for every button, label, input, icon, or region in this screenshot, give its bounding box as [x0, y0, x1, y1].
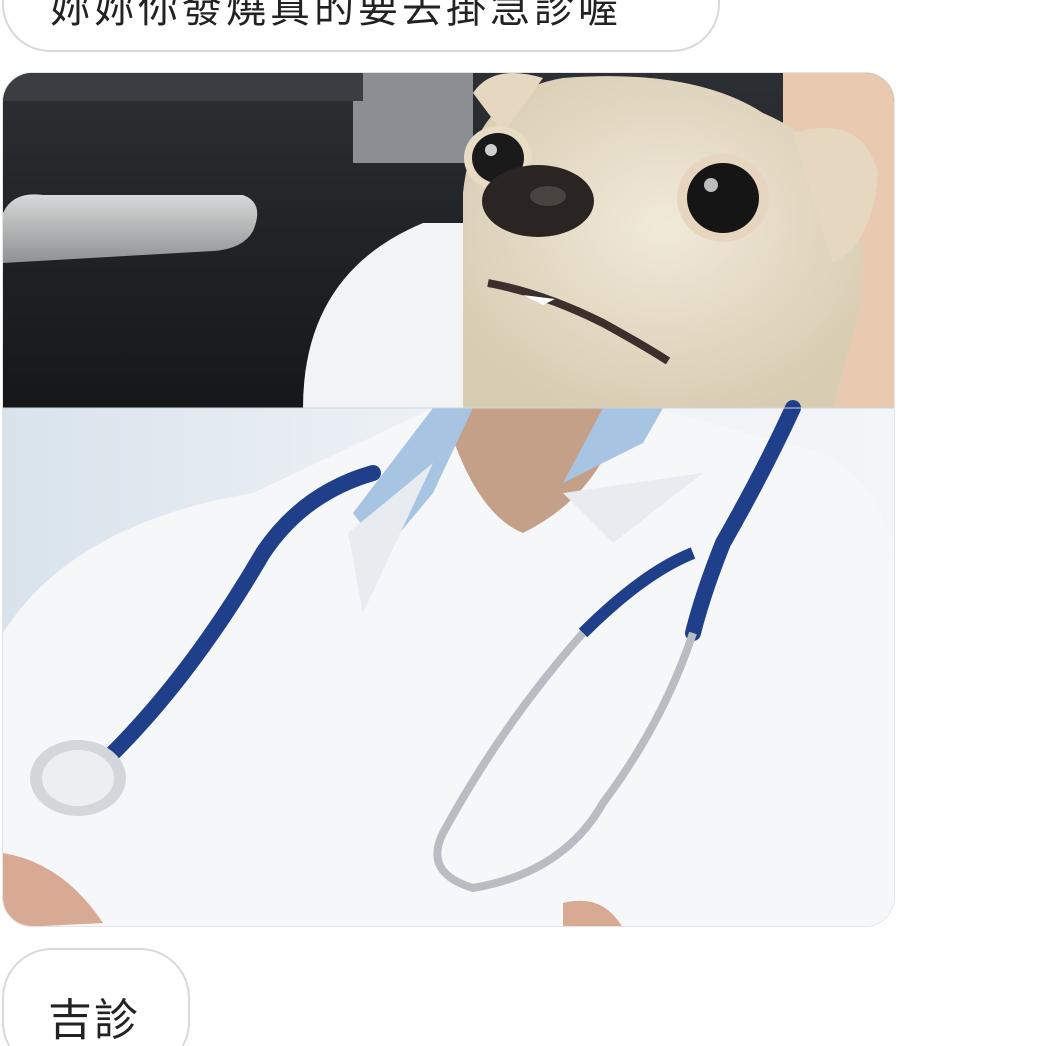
message-text: 吉診	[48, 995, 140, 1046]
meme-image	[3, 73, 894, 926]
chat-view: 妳妳你發燒真的要去掛急診喔 吉診	[0, 0, 1046, 1046]
message-bubble-incoming[interactable]: 妳妳你發燒真的要去掛急診喔	[2, 0, 720, 52]
image-message[interactable]	[2, 72, 895, 927]
message-text: 妳妳你發燒真的要去掛急診喔	[50, 0, 622, 32]
dog-photo	[3, 73, 894, 408]
doctor-photo	[3, 400, 894, 926]
message-bubble-incoming[interactable]: 吉診	[2, 948, 190, 1046]
